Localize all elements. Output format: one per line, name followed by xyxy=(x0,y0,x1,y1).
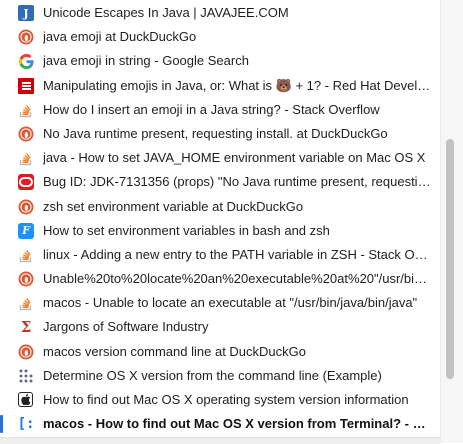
history-item[interactable]: No Java runtime present, requesting inst… xyxy=(0,122,440,146)
history-item-selected[interactable]: [: macos - How to find out Mac OS X vers… xyxy=(0,412,440,436)
history-item[interactable]: zsh set environment variable at DuckDuck… xyxy=(0,195,440,219)
history-item-title: How to set environment variables in bash… xyxy=(43,222,330,238)
history-dropdown: J Unicode Escapes In Java | JAVAJEE.COM … xyxy=(0,0,463,444)
history-list: J Unicode Escapes In Java | JAVAJEE.COM … xyxy=(0,1,440,436)
history-item-title: No Java runtime present, requesting inst… xyxy=(43,125,388,141)
history-item-title: macos - Unable to locate an executable a… xyxy=(43,295,418,311)
history-item-title: java - How to set JAVA_HOME environment … xyxy=(43,150,426,166)
history-item[interactable]: linux - Adding a new entry to the PATH v… xyxy=(0,243,440,267)
history-item[interactable]: How do I insert an emoji in a Java strin… xyxy=(0,98,440,122)
history-item[interactable]: Unable%20to%20locate%20an%20executable%2… xyxy=(0,267,440,291)
history-item-title: Unicode Escapes In Java | JAVAJEE.COM xyxy=(43,5,289,20)
history-item-title: Jargons of Software Industry xyxy=(43,319,209,335)
history-item[interactable]: java emoji at DuckDuckGo xyxy=(0,25,440,49)
history-item-title: Manipulating emojis in Java, or: What is… xyxy=(43,77,431,93)
redhat-icon xyxy=(18,77,34,94)
history-item[interactable]: F How to set environment variables in ba… xyxy=(0,219,440,243)
apple-icon xyxy=(18,392,33,407)
vertical-scrollbar[interactable] xyxy=(440,0,463,443)
history-item-title: linux - Adding a new entry to the PATH v… xyxy=(43,246,431,262)
duckduckgo-icon xyxy=(18,199,34,215)
jargon-icon: Σ xyxy=(20,318,32,337)
selection-marker xyxy=(0,415,3,434)
duckduckgo-icon xyxy=(18,126,34,142)
history-item[interactable]: java - How to set JAVA_HOME environment … xyxy=(0,146,440,170)
history-item-title: Determine OS X version from the command … xyxy=(43,367,382,383)
history-item[interactable]: Manipulating emojis in Java, or: What is… xyxy=(0,74,440,98)
history-item[interactable]: J Unicode Escapes In Java | JAVAJEE.COM xyxy=(0,1,440,25)
history-item[interactable]: macos version command line at DuckDuckGo xyxy=(0,340,440,364)
history-item-title: macos version command line at DuckDuckGo xyxy=(43,343,306,359)
ff-icon: F xyxy=(18,222,34,239)
history-item[interactable]: Bug ID: JDK-7131356 (props) "No Java run… xyxy=(0,170,440,194)
history-item-title: Unable%20to%20locate%20an%20executable%2… xyxy=(43,271,431,287)
stackoverflow-icon xyxy=(18,295,34,311)
scrollbar-thumb[interactable] xyxy=(446,139,454,379)
duckduckgo-icon xyxy=(18,29,34,45)
stackoverflow-icon xyxy=(18,247,34,263)
history-item[interactable]: Σ Jargons of Software Industry xyxy=(0,315,440,339)
history-item[interactable]: java emoji in string - Google Search xyxy=(0,49,440,73)
history-item[interactable]: macos - Unable to locate an executable a… xyxy=(0,291,440,315)
history-item-title: java emoji at DuckDuckGo xyxy=(43,29,197,45)
history-item-title: java emoji in string - Google Search xyxy=(43,53,249,69)
stackoverflow-icon xyxy=(18,150,34,166)
history-item[interactable]: How to find out Mac OS X operating syste… xyxy=(0,388,440,412)
history-item-title: How to find out Mac OS X operating syste… xyxy=(43,392,409,407)
history-item-title: macos - How to find out Mac OS X version… xyxy=(43,416,431,432)
bracket-icon: [: xyxy=(17,416,35,433)
javajee-icon: J xyxy=(18,5,34,21)
history-item-title: zsh set environment variable at DuckDuck… xyxy=(43,198,304,214)
google-icon xyxy=(18,53,34,69)
history-item[interactable]: Determine OS X version from the command … xyxy=(0,364,440,388)
dots-icon xyxy=(18,368,34,384)
duckduckgo-icon xyxy=(18,344,34,360)
history-item-title: How do I insert an emoji in a Java strin… xyxy=(43,101,380,117)
history-item-title: Bug ID: JDK-7131356 (props) "No Java run… xyxy=(43,174,431,190)
stackoverflow-icon xyxy=(18,102,34,118)
oracle-icon xyxy=(18,174,34,191)
duckduckgo-icon xyxy=(18,271,34,287)
